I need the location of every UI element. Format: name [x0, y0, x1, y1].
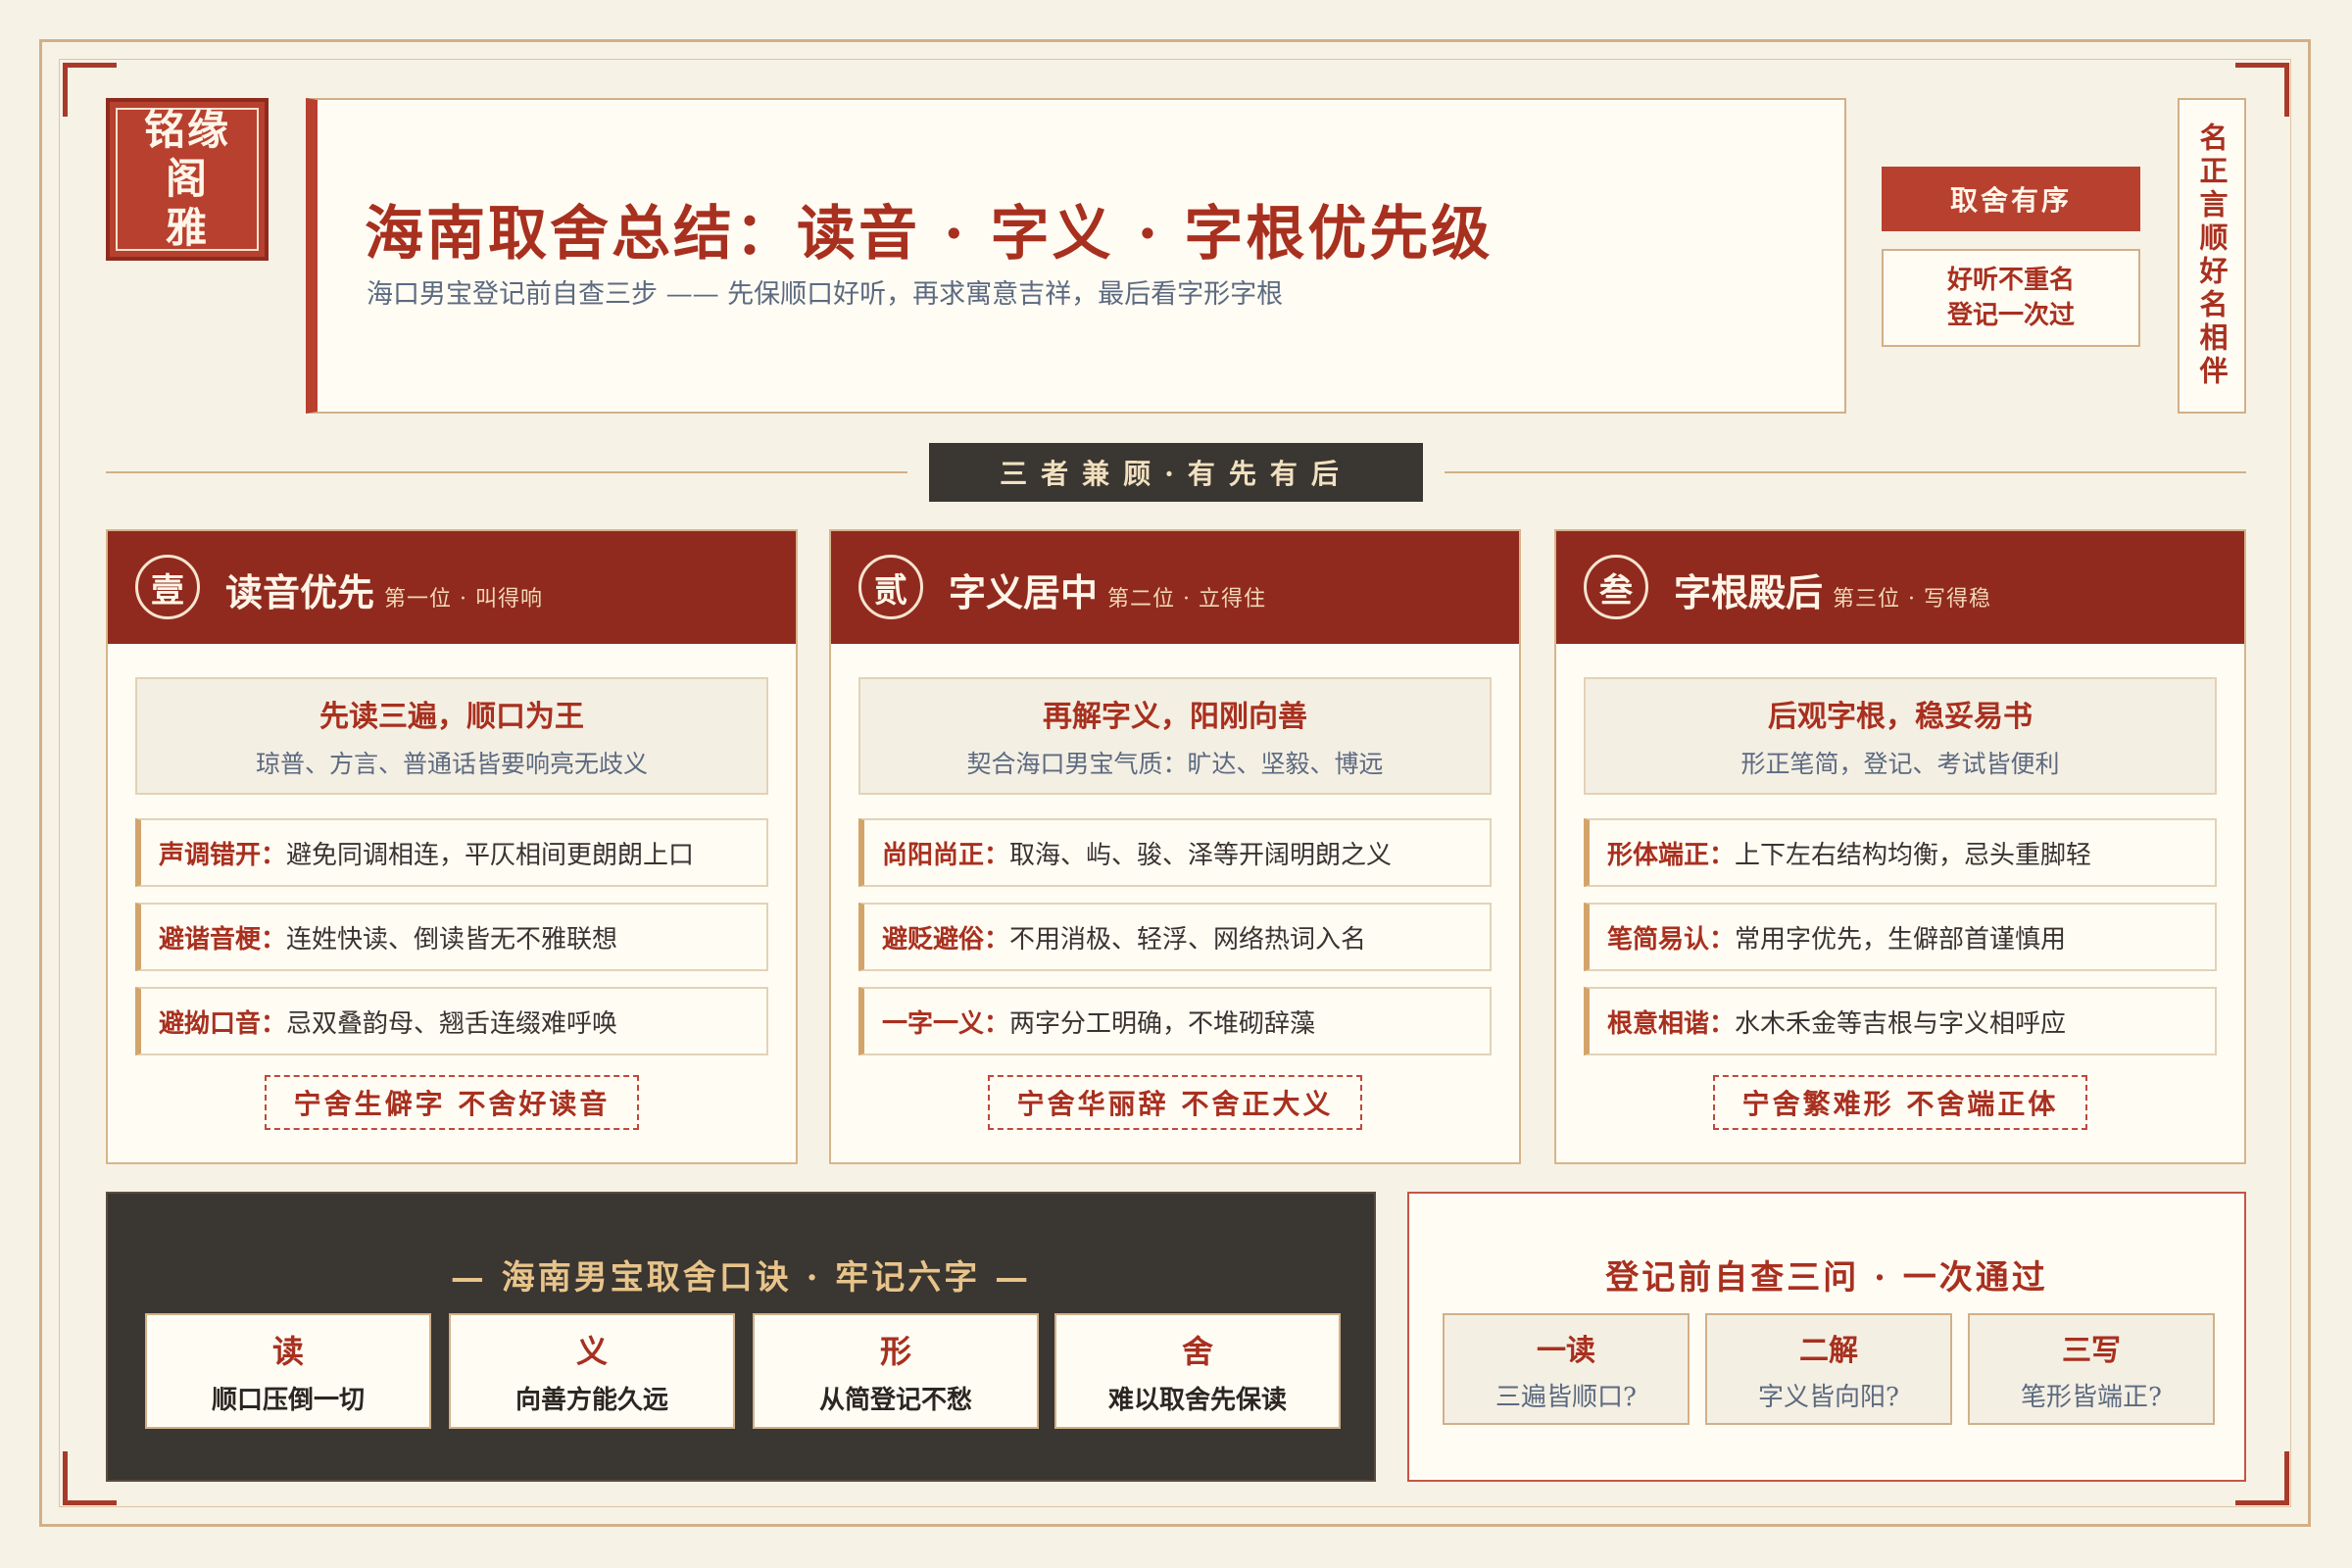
rule-row: 避贬避俗： 不用消极、轻浮、网络热词入名 — [858, 903, 1492, 971]
mnemonic-panel: — 海南男宝取舍口诀 · 牢记六字 — 读 顺口压倒一切 义 向善方能久远 形 … — [106, 1192, 1376, 1482]
rule-value: 两字分工明确，不堆砌辞藻 — [1009, 1008, 1316, 1039]
lead-title: 再解字义，阳刚向善 — [1043, 700, 1307, 734]
rule-key: 避谐音梗： — [159, 924, 287, 955]
checklist-head: 三写 — [2062, 1333, 2121, 1368]
rule-row: 声调错开： 避免同调相连，平仄相间更朗朗上口 — [135, 818, 768, 887]
mnemonic-char: 舍 — [1181, 1332, 1213, 1370]
card-title-text: 字义居中 — [949, 570, 1099, 614]
divider-line-right — [1445, 471, 2246, 473]
lead-subtitle: 形正笔简，登记、考试皆便利 — [1740, 750, 2060, 778]
card-subtitle: 第二位 · 立得住 — [1107, 587, 1266, 612]
mnemonic-desc: 难以取舍先保读 — [1107, 1385, 1287, 1415]
mnemonic-item: 形 从简登记不愁 — [753, 1313, 1039, 1429]
rule-row: 形体端正： 上下左右结构均衡，忌头重脚轻 — [1584, 818, 2217, 887]
rule-key: 避贬避俗： — [882, 924, 1010, 955]
rule-key: 笔简易认： — [1607, 924, 1736, 955]
card-title: 字义居中 第二位 · 立得住 — [949, 563, 1266, 616]
card-motto: 宁舍繁难形 不舍端正体 — [1713, 1075, 2087, 1130]
lead-subtitle: 契合海口男宝气质：旷达、坚毅、博远 — [966, 750, 1384, 778]
card-number-badge: 叁 — [1584, 555, 1648, 619]
card-motto: 宁舍华丽辞 不舍正大义 — [988, 1075, 1362, 1130]
mnemonic-char: 读 — [271, 1332, 304, 1370]
mnemonic-title: — 海南男宝取舍口诀 · 牢记六字 — — [450, 1258, 1032, 1298]
mnemonic-item: 读 顺口压倒一切 — [145, 1313, 431, 1429]
card-number-badge: 壹 — [135, 555, 200, 619]
rule-value: 取海、屿、骏、泽等开阔明朗之义 — [1009, 840, 1393, 870]
rule-value: 常用字优先，生僻部首谨慎用 — [1735, 924, 2067, 955]
card-lead-box: 再解字义，阳刚向善 契合海口男宝气质：旷达、坚毅、博远 — [858, 677, 1492, 795]
rule-row: 一字一义： 两字分工明确，不堆砌辞藻 — [858, 987, 1492, 1055]
card-title: 读音优先 第一位 · 叫得响 — [225, 563, 543, 616]
rule-row: 笔简易认： 常用字优先，生僻部首谨慎用 — [1584, 903, 2217, 971]
mnemonic-desc: 从简登记不愁 — [818, 1385, 972, 1415]
rule-key: 避拗口音： — [159, 1008, 287, 1039]
rule-key: 根意相谐： — [1607, 1008, 1736, 1039]
card-number-badge: 贰 — [858, 555, 923, 619]
priority-card-radical: 叁 字根殿后 第三位 · 写得稳 后观字根，稳妥易书 形正笔简，登记、考试皆便利 … — [1554, 529, 2246, 1164]
card-motto: 宁舍生僻字 不舍好读音 — [265, 1075, 639, 1130]
rule-key: 一字一义： — [882, 1008, 1010, 1039]
rule-value: 不用消极、轻浮、网络热词入名 — [1009, 924, 1367, 955]
rule-row: 根意相谐： 水木禾金等吉根与字义相呼应 — [1584, 987, 2217, 1055]
checklist-item: 一读 三遍皆顺口? — [1443, 1313, 1690, 1425]
card-subtitle: 第三位 · 写得稳 — [1833, 587, 1991, 612]
rule-value: 忌双叠韵母、翘舌连缀难呼唤 — [286, 1008, 618, 1039]
vertical-banner-text: 名正言顺好名相伴 — [2195, 122, 2229, 389]
header-panel: 海南取舍总结：读音 · 字义 · 字根优先级 海口男宝登记前自查三步 —— 先保… — [306, 98, 1846, 414]
rule-value: 水木禾金等吉根与字义相呼应 — [1735, 1008, 2067, 1039]
rule-value: 连姓快读、倒读皆无不雅联想 — [286, 924, 618, 955]
order-tag: 取舍有序 — [1882, 167, 2140, 231]
rule-key: 声调错开： — [159, 840, 287, 870]
mnemonic-item: 舍 难以取舍先保读 — [1054, 1313, 1341, 1429]
card-subtitle: 第一位 · 叫得响 — [384, 587, 543, 612]
rule-row: 避拗口音： 忌双叠韵母、翘舌连缀难呼唤 — [135, 987, 768, 1055]
seal-line-2: 雅 — [165, 204, 209, 252]
lead-subtitle: 琼普、方言、普通话皆要响亮无歧义 — [255, 750, 648, 778]
page-title: 海南取舍总结：读音 · 字义 · 字根优先级 — [365, 200, 1494, 269]
card-title: 字根殿后 第三位 · 写得稳 — [1674, 563, 1991, 616]
note-line-1: 好听不重名 — [1946, 266, 2075, 295]
mnemonic-desc: 顺口压倒一切 — [211, 1385, 365, 1415]
section-divider-label: 三者兼顾·有先有后 — [929, 443, 1423, 502]
rule-key: 尚阳尚正： — [882, 840, 1010, 870]
checklist-question: 三遍皆顺口? — [1495, 1382, 1637, 1412]
note-box: 好听不重名 登记一次过 — [1882, 249, 2140, 347]
mnemonic-desc: 向善方能久远 — [514, 1385, 668, 1415]
checklist-item: 二解 字义皆向阳? — [1705, 1313, 1952, 1425]
card-title-text: 读音优先 — [225, 570, 375, 614]
checklist-item: 三写 笔形皆端正? — [1968, 1313, 2215, 1425]
page-subtitle: 海口男宝登记前自查三步 —— 先保顺口好听，再求寓意吉祥，最后看字形字根 — [367, 279, 1284, 310]
rule-key: 形体端正： — [1607, 840, 1736, 870]
mnemonic-char: 形 — [879, 1332, 911, 1370]
priority-card-pronunciation: 壹 读音优先 第一位 · 叫得响 先读三遍，顺口为王 琼普、方言、普通话皆要响亮无… — [106, 529, 798, 1164]
checklist-head: 一读 — [1537, 1333, 1595, 1368]
checklist-panel: 登记前自查三问 · 一次通过 一读 三遍皆顺口? 二解 字义皆向阳? 三写 笔形… — [1407, 1192, 2246, 1482]
checklist-head: 二解 — [1799, 1333, 1858, 1368]
card-header: 叁 字根殿后 第三位 · 写得稳 — [1556, 531, 2244, 644]
card-lead-box: 后观字根，稳妥易书 形正笔简，登记、考试皆便利 — [1584, 677, 2217, 795]
card-title-text: 字根殿后 — [1674, 570, 1824, 614]
divider-line-left — [106, 471, 907, 473]
vertical-banner: 名正言顺好名相伴 — [2178, 98, 2246, 414]
rule-row: 尚阳尚正： 取海、屿、骏、泽等开阔明朗之义 — [858, 818, 1492, 887]
mnemonic-char: 义 — [575, 1332, 608, 1370]
checklist-title: 登记前自查三问 · 一次通过 — [1605, 1258, 2048, 1298]
card-header: 贰 字义居中 第二位 · 立得住 — [831, 531, 1519, 644]
rule-row: 避谐音梗： 连姓快读、倒读皆无不雅联想 — [135, 903, 768, 971]
brand-seal: 铭缘阁 雅 — [106, 98, 269, 261]
card-header: 壹 读音优先 第一位 · 叫得响 — [108, 531, 796, 644]
rule-value: 上下左右结构均衡，忌头重脚轻 — [1735, 840, 2092, 870]
priority-card-meaning: 贰 字义居中 第二位 · 立得住 再解字义，阳刚向善 契合海口男宝气质：旷达、坚毅… — [829, 529, 1521, 1164]
lead-title: 后观字根，稳妥易书 — [1768, 700, 2033, 734]
mnemonic-item: 义 向善方能久远 — [449, 1313, 735, 1429]
lead-title: 先读三遍，顺口为王 — [319, 700, 584, 734]
note-line-2: 登记一次过 — [1946, 301, 2075, 330]
checklist-question: 字义皆向阳? — [1758, 1382, 1899, 1412]
card-lead-box: 先读三遍，顺口为王 琼普、方言、普通话皆要响亮无歧义 — [135, 677, 768, 795]
seal-line-1: 铭缘阁 — [143, 106, 230, 203]
checklist-question: 笔形皆端正? — [2021, 1382, 2162, 1412]
rule-value: 避免同调相连，平仄相间更朗朗上口 — [286, 840, 695, 870]
